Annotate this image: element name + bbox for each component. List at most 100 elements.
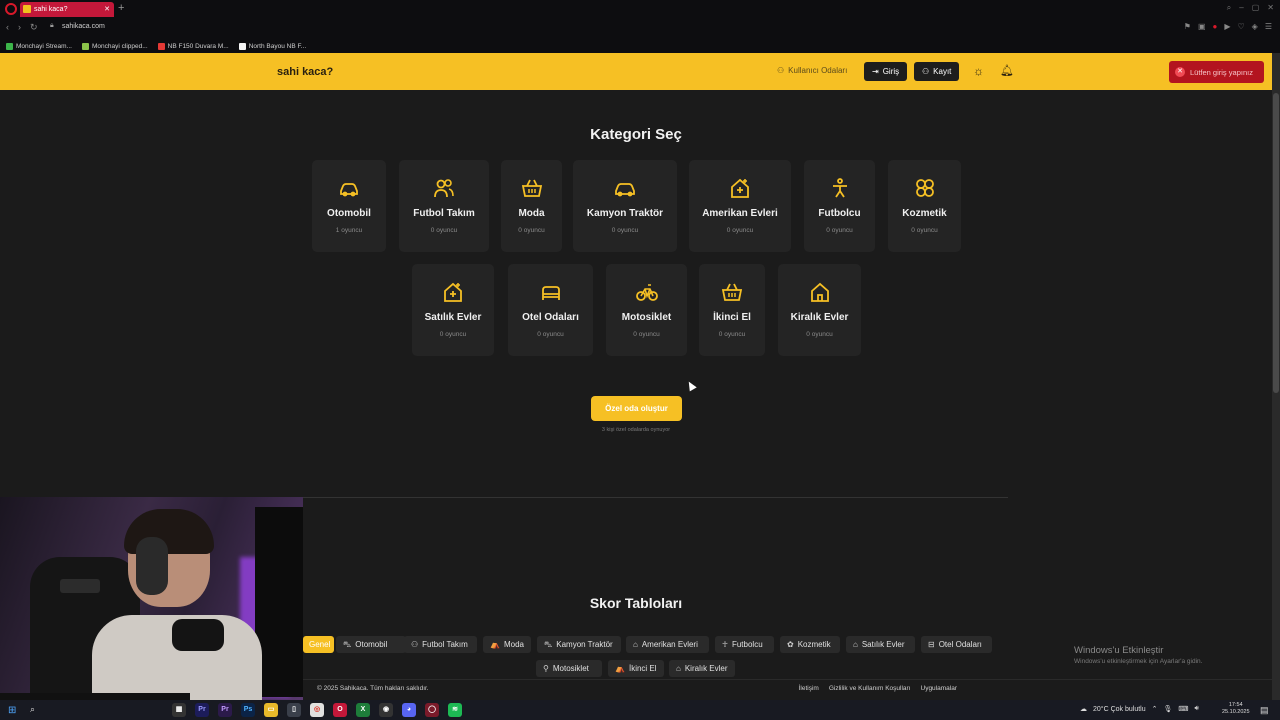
register-button[interactable]: ⚇ Kayıt [914, 62, 960, 81]
category-card[interactable]: Moda 0 oyuncu [501, 160, 562, 252]
browser-tab-active[interactable]: sahi kaca? ✕ [20, 2, 114, 17]
weather-text[interactable]: 20°C Çok bulutlu [1093, 706, 1146, 713]
category-card[interactable]: Futbol Takım 0 oyuncu [399, 160, 489, 252]
after-effects-icon[interactable]: Pr [218, 703, 232, 717]
scoreboard-tab[interactable]: ⌂ Satılık Evler [846, 636, 915, 653]
scoreboard-tab[interactable]: ✿ Kozmetik [780, 636, 840, 653]
bookmark-item[interactable]: North Bayou NB F... [238, 39, 306, 53]
theme-toggle-icon[interactable]: ☼ [973, 64, 984, 78]
menu-icon[interactable]: ☰ [1265, 22, 1272, 31]
house-plus-icon [731, 178, 749, 198]
mouse-cursor [685, 379, 697, 392]
notepad-icon[interactable]: ▯ [287, 703, 301, 717]
opera-logo-icon[interactable] [5, 3, 17, 15]
notification-icon[interactable]: ▤ [1260, 705, 1269, 716]
bell-icon[interactable]: 🔔︎ [1000, 64, 1014, 77]
error-icon[interactable]: ✕ [1175, 67, 1185, 77]
back-icon[interactable]: ‹ [6, 22, 9, 33]
close-window-icon[interactable]: ✕ [1267, 3, 1274, 13]
scoreboard-tab[interactable]: ⌂ Kiralık Evler [669, 660, 735, 677]
footer-link-contact[interactable]: İletişim [799, 685, 819, 692]
footer-link-apps[interactable]: Uygulamalar [921, 685, 958, 692]
record-icon[interactable]: ● [1213, 22, 1218, 31]
opera-gx-icon[interactable]: ◯ [425, 703, 439, 717]
category-card[interactable]: Satılık Evler 0 oyuncu [412, 264, 494, 356]
create-private-room-button[interactable]: Özel oda oluştur [591, 396, 682, 421]
photoshop-icon[interactable]: Ps [241, 703, 255, 717]
chrome-icon[interactable]: ◎ [310, 703, 324, 717]
category-card[interactable]: Futbolcu 0 oyuncu [804, 160, 875, 252]
nav-buttons: ‹ › ↻ [6, 22, 38, 33]
reload-icon[interactable]: ↻ [30, 22, 38, 33]
search-icon[interactable]: ⌕ [1227, 3, 1231, 13]
scoreboard-tab[interactable]: Genel [303, 636, 335, 653]
windows-start-icon[interactable]: ⊞ [8, 705, 16, 716]
minimize-icon[interactable]: – [1239, 3, 1243, 13]
category-card[interactable]: Otomobil 1 oyuncu [312, 160, 386, 252]
clock[interactable]: 17:54 25.10.2025 [1222, 702, 1250, 716]
scoreboard-tab[interactable]: ⚇ Futbol Takım [404, 636, 477, 653]
volume-icon[interactable]: 🔊︎ [1194, 705, 1198, 713]
scoreboard-tab[interactable]: ☥ Futbolcu [715, 636, 774, 653]
github-icon[interactable]: ◉ [379, 703, 393, 717]
lock-icon[interactable]: 🔒︎ [50, 22, 54, 30]
category-card[interactable]: Otel Odaları 0 oyuncu [508, 264, 593, 356]
home-icon [810, 282, 829, 302]
cam-person-hand [172, 619, 224, 651]
system-tray: ☁ 20°C Çok bulutlu ⌃ 🎙︎ ⌨ 🔊︎ [1080, 705, 1199, 713]
clock-time: 17:54 [1228, 702, 1243, 708]
tab-close-icon[interactable]: ✕ [104, 5, 110, 13]
bookmark-icon[interactable]: ⚑ [1184, 22, 1191, 31]
site-footer: © 2025 Sahikaca. Tüm hakları saklıdır. İ… [303, 679, 1272, 700]
network-icon[interactable]: ⌨ [1178, 705, 1188, 713]
bookmark-item[interactable]: NB F150 Duvara M... [157, 39, 229, 53]
bookmark-item[interactable]: Monchayi Stream... [6, 39, 72, 53]
scoreboard-tab[interactable]: ⛺ İkinci El [608, 660, 664, 677]
scroll-thumb[interactable] [1273, 93, 1279, 393]
category-section-title: Kategori Seç [590, 126, 682, 143]
bookmarks-bar: Monchayi Stream... Monchayi clipped... N… [0, 37, 1280, 53]
site-logo[interactable]: sahi kaca? [277, 66, 333, 78]
category-card[interactable]: Motosiklet 0 oyuncu [606, 264, 687, 356]
scoreboard-tab[interactable]: ⊟ Otel Odaları [921, 636, 992, 653]
mic-icon[interactable]: 🎙︎ [1163, 705, 1172, 713]
footer-link-privacy[interactable]: Gizlilik ve Kullanım Koşulları [829, 685, 911, 692]
chevron-up-icon[interactable]: ⌃ [1152, 705, 1158, 713]
opera-icon[interactable]: O [333, 703, 347, 717]
file-explorer-icon[interactable]: ▭ [264, 703, 278, 717]
discord-icon[interactable]: ◕ [402, 703, 416, 717]
scoreboard-tab-label: Amerikan Evleri [641, 640, 698, 649]
category-card[interactable]: Amerikan Evleri 0 oyuncu [689, 160, 791, 252]
heart-icon[interactable]: ♡ [1238, 22, 1245, 31]
premiere-icon[interactable]: Pr [195, 703, 209, 717]
url-field[interactable]: sahikaca.com [62, 23, 105, 30]
category-name: Otomobil [327, 208, 371, 219]
scoreboard-tab[interactable]: ⛍ Otomobil [336, 636, 406, 653]
bookmark-item[interactable]: Monchayi clipped... [82, 39, 148, 53]
extensions-icon[interactable]: ◈ [1252, 22, 1258, 31]
scoreboard-tab[interactable]: ⌂ Amerikan Evleri [626, 636, 709, 653]
category-card[interactable]: Kamyon Traktör 0 oyuncu [573, 160, 677, 252]
task-view-icon[interactable]: ▦ [172, 703, 186, 717]
bookmark-favicon-icon [82, 42, 89, 50]
maximize-icon[interactable]: ▢ [1252, 3, 1260, 13]
excel-icon[interactable]: X [356, 703, 370, 717]
scoreboard-tab[interactable]: ⛍ Kamyon Traktör [537, 636, 621, 653]
category-card[interactable]: İkinci El 0 oyuncu [699, 264, 765, 356]
scoreboard-tab[interactable]: ⛺ Moda [483, 636, 531, 653]
youtube-icon [157, 42, 165, 50]
category-player-count: 0 oyuncu [826, 227, 853, 234]
page-scrollbar[interactable] [1272, 53, 1280, 700]
category-card[interactable]: Kozmetik 0 oyuncu [888, 160, 961, 252]
truck-icon: ⛍ [544, 639, 553, 649]
category-card[interactable]: Kiralık Evler 0 oyuncu [778, 264, 861, 356]
forward-icon[interactable]: › [18, 22, 21, 33]
snapshot-icon[interactable]: ▣ [1198, 22, 1206, 31]
spotify-icon[interactable]: ≋ [448, 703, 462, 717]
play-icon[interactable]: ▶ [1224, 22, 1230, 31]
user-rooms-link[interactable]: ⚇ Kullanıcı Odaları [777, 66, 847, 75]
scoreboard-tab[interactable]: ⚲ Motosiklet [536, 660, 602, 677]
search-icon[interactable]: ⌕ [30, 704, 35, 715]
login-button[interactable]: ⇥ Giriş [864, 62, 908, 81]
new-tab-icon[interactable]: + [118, 2, 124, 14]
